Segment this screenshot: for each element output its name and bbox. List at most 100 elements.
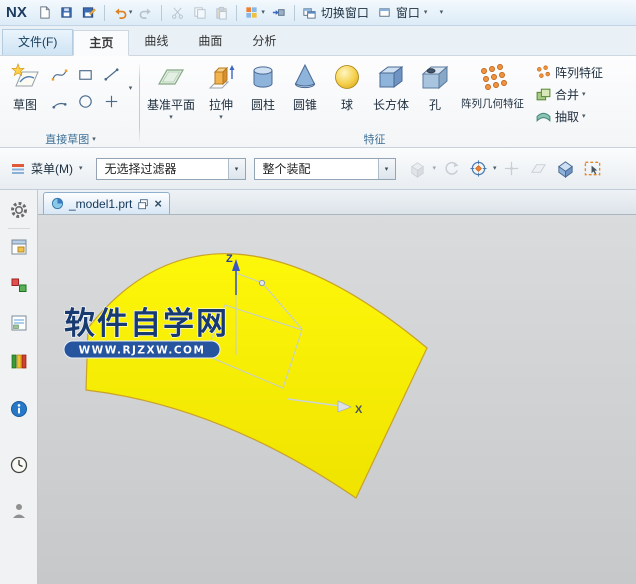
feature-group: 基准平面 ▾ 拉伸 ▾ 圆柱 圆锥 球 (142, 58, 607, 147)
undo-button[interactable]: ▾ (110, 3, 135, 23)
ribbon-tab-bar: 文件(F) 主页 曲线 曲面 分析 (0, 26, 636, 56)
point-dialog-button[interactable] (500, 157, 524, 181)
save-as-icon (81, 5, 96, 20)
unite-button[interactable]: 合并 ▾ (533, 84, 605, 105)
dropdown-arrow-icon[interactable]: ▾ (424, 9, 428, 16)
dropdown-arrow-icon[interactable]: ▾ (169, 114, 173, 121)
window-icon (377, 5, 392, 20)
rotate-view-button[interactable] (439, 157, 463, 181)
person-icon (9, 501, 29, 521)
datum-plane-button[interactable]: 基准平面 ▾ (142, 58, 200, 121)
paste-button[interactable] (211, 3, 231, 23)
tab-label: 主页 (89, 36, 113, 50)
reuse-library-button[interactable] (6, 349, 32, 373)
sketch-point[interactable] (259, 280, 264, 285)
save-button[interactable] (57, 3, 77, 23)
copy-icon (192, 5, 207, 20)
document-tab-title: _model1.prt (69, 197, 132, 211)
sphere-button[interactable]: 球 (326, 58, 368, 113)
menu-button[interactable]: 菜单(M) ▾ (6, 157, 88, 180)
line-button[interactable] (98, 61, 124, 88)
snap-point-button[interactable] (466, 157, 490, 181)
feature-group-label: 特征 (142, 131, 607, 147)
viewport-container: Z X 软件自学网 WWW.RJZXW.COM (38, 215, 636, 584)
dropdown-arrow-icon[interactable]: ▾ (219, 114, 223, 121)
assembly-navigator-button[interactable] (6, 235, 32, 259)
point-button[interactable] (98, 88, 124, 115)
arc-button[interactable] (46, 88, 72, 115)
hole-button[interactable]: 孔 (414, 58, 456, 113)
extrude-button[interactable]: 拉伸 ▾ (200, 58, 242, 121)
dropdown-arrow-icon[interactable]: ▾ (433, 165, 437, 172)
dropdown-arrow-icon[interactable]: ▾ (261, 9, 265, 16)
direct-sketch-group-label[interactable]: 直接草图 ▾ (4, 131, 137, 147)
process-studio-button[interactable] (6, 499, 32, 523)
document-tab[interactable]: _model1.prt × (43, 192, 170, 214)
orient-view-button[interactable] (406, 157, 430, 181)
restore-window-icon[interactable] (137, 198, 149, 210)
direct-sketch-group: 草图 ▾ 直接草图 ▾ (4, 58, 137, 147)
new-document-button[interactable] (35, 3, 55, 23)
dropdown-arrow-icon[interactable]: ▾ (493, 165, 497, 172)
selection-filter-combobox[interactable]: 无选择过滤器 ▾ (96, 158, 246, 180)
roles-button[interactable] (6, 198, 32, 222)
part-navigator-button[interactable] (6, 311, 32, 335)
sketch-button[interactable]: 草图 (4, 58, 46, 113)
tab-label: 文件(F) (18, 35, 57, 49)
tab-surface[interactable]: 曲面 (183, 29, 237, 55)
window-layout-button[interactable]: ▾ (242, 3, 267, 23)
tab-file[interactable]: 文件(F) (2, 29, 73, 55)
redo-button[interactable] (136, 3, 156, 23)
sketch-gallery-more-button[interactable]: ▾ (124, 61, 137, 115)
dropdown-arrow-icon[interactable]: ▾ (582, 113, 586, 120)
button-label: 阵列特征 (555, 64, 603, 81)
watermark-title: 软件自学网 (64, 306, 229, 341)
wcs-display-button[interactable] (554, 157, 578, 181)
titlebar-separator (236, 5, 237, 21)
pattern-feature-icon (535, 64, 552, 81)
window-menu-button[interactable]: 窗口 ▾ (375, 3, 430, 23)
tab-curve[interactable]: 曲线 (129, 29, 183, 55)
constraint-navigator-button[interactable] (6, 273, 32, 297)
titlebar: NX ▾ ▾ (0, 0, 636, 26)
rectangle-button[interactable] (72, 61, 98, 88)
group-label-text: 特征 (364, 131, 386, 147)
plane-dialog-button[interactable] (527, 157, 551, 181)
pattern-geometry-icon (477, 61, 509, 93)
info-icon (9, 399, 29, 419)
spline-button[interactable] (46, 61, 72, 88)
pattern-geometry-button[interactable]: 阵列几何特征 (456, 58, 529, 111)
circle-button[interactable] (72, 88, 98, 115)
cut-button[interactable] (167, 3, 187, 23)
history-button[interactable] (6, 453, 32, 477)
3d-viewport[interactable]: Z X 软件自学网 WWW.RJZXW.COM (38, 215, 636, 584)
selection-toolbar-icons: ▾ ▾ (406, 157, 605, 181)
cylinder-button[interactable]: 圆柱 (242, 58, 284, 113)
switch-window-label: 切换窗口 (321, 4, 369, 21)
web-browser-button[interactable] (6, 397, 32, 421)
combobox-arrow-icon[interactable]: ▾ (228, 159, 245, 179)
document-tab-bar: _model1.prt × (38, 190, 636, 215)
copy-button[interactable] (189, 3, 209, 23)
watermark-url: WWW.RJZXW.COM (79, 345, 206, 357)
combobox-arrow-icon[interactable]: ▾ (378, 159, 395, 179)
dropdown-arrow-icon[interactable]: ▾ (582, 91, 586, 98)
tab-analysis[interactable]: 分析 (237, 29, 291, 55)
selection-filter-value: 无选择过滤器 (97, 160, 228, 177)
close-tab-icon[interactable]: × (154, 197, 162, 210)
cone-button[interactable]: 圆锥 (284, 58, 326, 113)
selection-rectangle-icon (583, 159, 602, 178)
selection-scope-combobox[interactable]: 整个装配 ▾ (254, 158, 396, 180)
pattern-feature-button[interactable]: 阵列特征 (533, 62, 605, 83)
rectangle-select-button[interactable] (581, 157, 605, 181)
touch-mode-button[interactable] (269, 3, 289, 23)
switch-window-button[interactable]: 切换窗口 (300, 3, 373, 23)
quick-access-more-button[interactable]: ▾ (431, 3, 451, 23)
save-as-button[interactable] (79, 3, 99, 23)
tab-home[interactable]: 主页 (73, 30, 129, 56)
extract-button[interactable]: 抽取 ▾ (533, 106, 605, 127)
assembly-navigator-icon (9, 237, 29, 257)
button-label: 孔 (429, 96, 441, 113)
dropdown-arrow-icon[interactable]: ▾ (129, 9, 133, 16)
block-button[interactable]: 长方体 (368, 58, 414, 113)
